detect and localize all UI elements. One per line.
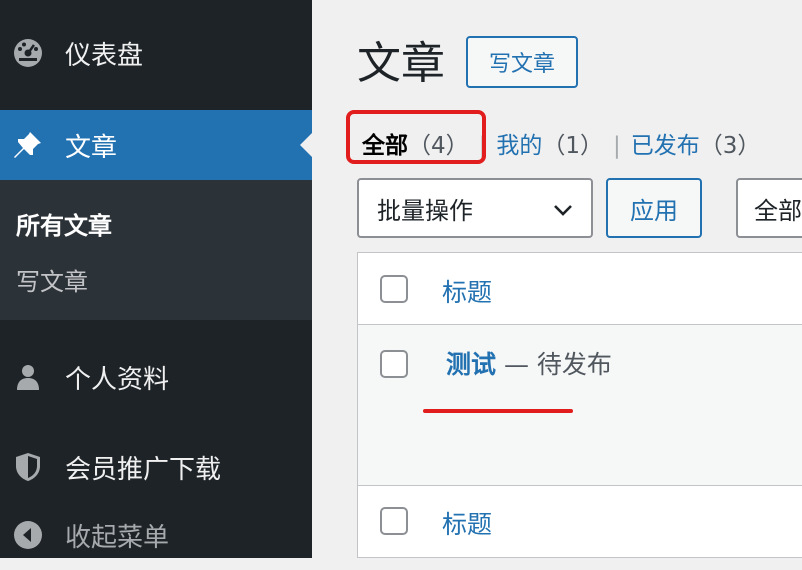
date-filter-value: 全部	[754, 196, 802, 225]
menu-item-posts[interactable]: 文章	[0, 110, 312, 180]
post-state: — 待发布	[503, 350, 612, 379]
filter-published-count: （3）	[699, 133, 761, 159]
filter-mine[interactable]: 我的（1）	[496, 133, 603, 159]
date-filter-select[interactable]: 全部	[736, 178, 802, 238]
dashboard-icon	[11, 36, 45, 70]
pushpin-icon	[11, 128, 45, 162]
user-icon	[11, 360, 45, 394]
menu-label-collapse: 收起菜单	[65, 522, 170, 553]
collapse-arrow-icon	[11, 518, 45, 552]
menu-label-dashboard: 仪表盘	[65, 40, 144, 71]
annotation-highlight-box	[346, 110, 486, 164]
select-all-checkbox-footer[interactable]	[380, 507, 408, 535]
table-footer: 标题	[358, 485, 802, 559]
posts-table: 标题 测试 — 待发布 标题	[357, 252, 802, 558]
post-title-link[interactable]: 测试	[446, 350, 496, 379]
apply-button[interactable]: 应用	[606, 178, 702, 238]
menu-item-profile[interactable]: 个人资料	[0, 342, 312, 412]
filter-mine-count: （1）	[542, 133, 604, 159]
table-row: 测试 — 待发布	[358, 325, 802, 485]
column-title-header[interactable]: 标题	[442, 273, 492, 309]
select-all-checkbox[interactable]	[380, 275, 408, 303]
chevron-down-icon	[551, 198, 575, 228]
posts-submenu: 所有文章 写文章	[0, 180, 312, 320]
menu-item-membership[interactable]: 会员推广下载	[0, 432, 312, 502]
menu-label-membership: 会员推广下载	[65, 454, 222, 485]
filter-mine-label: 我的	[496, 133, 543, 159]
filter-published-label: 已发布	[630, 133, 700, 159]
submenu-all-posts[interactable]: 所有文章	[16, 206, 112, 241]
post-title-cell: 测试 — 待发布	[446, 345, 612, 381]
bulk-actions-value: 批量操作	[377, 196, 473, 225]
bulk-actions-select[interactable]: 批量操作	[357, 178, 593, 238]
admin-sidebar: 仪表盘 文章 所有文章 写文章 个人资料 会员推广下载 收起菜单	[0, 0, 312, 558]
menu-item-dashboard[interactable]: 仪表盘	[0, 18, 312, 88]
menu-label-profile: 个人资料	[65, 364, 170, 395]
collapse-menu-button[interactable]: 收起菜单	[0, 500, 312, 570]
filter-published[interactable]: 已发布（3）	[631, 133, 761, 159]
shield-icon	[11, 450, 45, 484]
submenu-add-new[interactable]: 写文章	[16, 262, 88, 297]
column-title-footer[interactable]: 标题	[442, 505, 492, 541]
main-content: 文章 写文章 全部（4） | 我的（1） | 已发布（3） 批量操作 应用 全部 标题 …	[312, 0, 802, 558]
separator: |	[613, 133, 621, 159]
menu-label-posts: 文章	[65, 132, 118, 163]
add-new-post-button[interactable]: 写文章	[466, 36, 578, 88]
row-checkbox[interactable]	[380, 350, 408, 378]
annotation-underline	[423, 409, 573, 413]
table-header: 标题	[358, 253, 802, 325]
page-title: 文章	[357, 38, 445, 89]
